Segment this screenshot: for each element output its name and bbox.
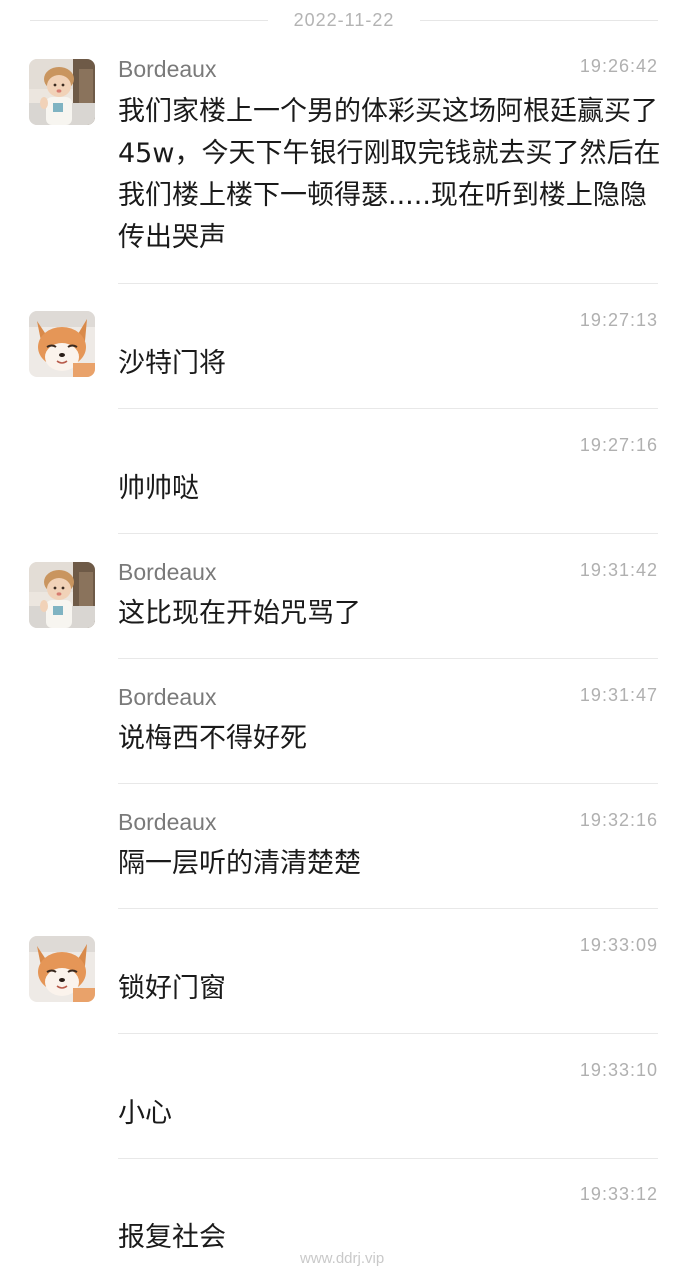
- message-time: 19:33:09: [579, 935, 658, 955]
- fox-avatar[interactable]: [29, 311, 95, 377]
- sender-name: Bordeaux: [118, 684, 217, 710]
- child-avatar-image: [29, 59, 95, 125]
- child-avatar[interactable]: [29, 59, 95, 125]
- message-separator: [118, 658, 658, 659]
- message-text[interactable]: 说梅西不得好死: [118, 718, 663, 760]
- message-time: 19:31:47: [579, 685, 658, 705]
- divider-line-right: [420, 19, 658, 21]
- date-divider: 2022-11-22: [30, 6, 658, 34]
- message-separator: [118, 533, 658, 534]
- message-time: 19:32:16: [579, 810, 658, 830]
- message-time: 19:31:42: [579, 560, 658, 580]
- watermark: www.ddrj.vip: [300, 1250, 385, 1267]
- message-separator: [118, 1158, 658, 1159]
- message-text[interactable]: 帅帅哒: [118, 468, 663, 510]
- message-time: 19:33:10: [579, 1060, 658, 1080]
- message-separator: [118, 1033, 658, 1034]
- message-time: 19:27:16: [579, 435, 658, 455]
- message-time: 19:26:42: [579, 56, 658, 76]
- message-text[interactable]: 隔一层听的清清楚楚: [118, 843, 663, 885]
- message-time: 19:33:12: [579, 1184, 658, 1204]
- message-text[interactable]: 小心: [118, 1093, 663, 1135]
- fox-avatar-image: [29, 311, 95, 377]
- fox-avatar-image: [29, 936, 95, 1002]
- fox-avatar[interactable]: [29, 936, 95, 1002]
- child-avatar[interactable]: [29, 562, 95, 628]
- sender-name: Bordeaux: [118, 559, 217, 585]
- sender-name: Bordeaux: [118, 56, 217, 82]
- message-text[interactable]: 这比现在开始咒骂了: [118, 593, 663, 635]
- divider-line-left: [30, 19, 268, 21]
- message-separator: [118, 908, 658, 909]
- message-separator: [118, 283, 658, 284]
- message-separator: [118, 408, 658, 409]
- child-avatar-image: [29, 562, 95, 628]
- message-time: 19:27:13: [579, 310, 658, 330]
- date-label: 2022-11-22: [293, 9, 395, 30]
- message-separator: [118, 783, 658, 784]
- message-text[interactable]: 报复社会: [118, 1217, 663, 1259]
- sender-name: Bordeaux: [118, 809, 217, 835]
- message-text[interactable]: 我们家楼上一个男的体彩买这场阿根廷赢买了45w，今天下午银行刚取完钱就去买了然后…: [118, 91, 663, 259]
- message-text[interactable]: 锁好门窗: [118, 968, 663, 1010]
- message-text[interactable]: 沙特门将: [118, 343, 663, 385]
